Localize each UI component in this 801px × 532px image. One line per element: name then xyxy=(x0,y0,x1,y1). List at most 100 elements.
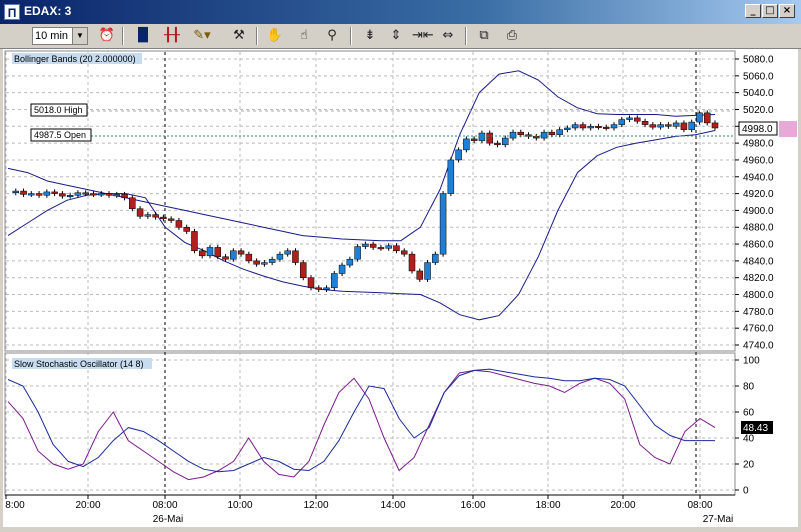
magnifier-icon[interactable]: ⚲ xyxy=(322,27,342,45)
candle-down xyxy=(253,260,260,265)
candle-up xyxy=(439,193,447,255)
price-tick-label: 4920.0 xyxy=(743,189,774,200)
price-tick-label: 4800.0 xyxy=(743,290,774,301)
hand-pan-icon[interactable]: ✋ xyxy=(265,27,285,45)
candle-down xyxy=(548,131,556,135)
interval-value: 10 min xyxy=(35,30,69,42)
candle-down xyxy=(533,136,540,139)
candle-down xyxy=(222,256,229,260)
price-panel[interactable] xyxy=(4,50,736,352)
candle-down xyxy=(315,287,323,290)
high-label: 5018.0 High xyxy=(34,105,83,115)
minimize-icon[interactable]: _ xyxy=(745,4,761,18)
close-icon[interactable]: × xyxy=(779,4,795,18)
candle-down xyxy=(634,117,641,122)
time-tick-label: 08:00 xyxy=(152,500,177,511)
candle-up xyxy=(501,137,509,146)
candle-up xyxy=(43,191,51,196)
candle-up xyxy=(463,138,470,151)
candle-up xyxy=(672,122,680,127)
candle-up xyxy=(346,258,354,266)
osc-tick-label: 100 xyxy=(743,356,760,367)
candle-up xyxy=(66,195,74,198)
price-tick-label: 4740.0 xyxy=(743,341,774,352)
price-marker xyxy=(779,121,797,137)
candle-up xyxy=(447,159,455,194)
bar-chart-icon[interactable]: ▐▌ xyxy=(133,27,153,45)
candle-up xyxy=(276,253,284,260)
price-tick-label: 4780.0 xyxy=(743,307,774,318)
time-tick-label: 08:00 xyxy=(687,500,712,511)
candle-down xyxy=(20,190,27,195)
chart-area[interactable]: Bollinger Bands (20 2.000000) 5018.0 Hig… xyxy=(3,49,798,527)
candle-down xyxy=(299,262,307,278)
candle-down xyxy=(680,122,688,130)
compress-vertical-icon[interactable]: ⇟ xyxy=(360,27,380,45)
title-bar: П EDAX: 3 _ □ × xyxy=(0,0,801,24)
toolbar-separator xyxy=(122,27,124,45)
candle-down xyxy=(183,226,190,232)
candle-down xyxy=(641,120,649,125)
candle-down xyxy=(121,194,128,199)
candle-down xyxy=(198,250,206,257)
candle-down xyxy=(416,270,424,280)
osc-value: 48.43 xyxy=(743,423,768,434)
price-tick-label: 4960.0 xyxy=(743,155,774,166)
price-axis: 5080.05060.05040.05020.05000.04980.04960… xyxy=(735,55,774,352)
candle-down xyxy=(292,250,299,263)
candle-down xyxy=(191,231,198,252)
candle-down xyxy=(494,142,501,146)
chevron-down-icon[interactable]: ▼ xyxy=(72,28,87,44)
candle-down xyxy=(602,126,610,129)
candle-down xyxy=(160,216,167,220)
time-tick-label: 10:00 xyxy=(227,500,252,511)
time-tick-label: 12:00 xyxy=(303,500,328,511)
osc-tick-label: 80 xyxy=(743,382,755,393)
zoom-hand-icon[interactable]: ☝ xyxy=(294,27,314,45)
candle-down xyxy=(711,122,719,129)
candle-up xyxy=(230,250,237,260)
drawing-tool-icon[interactable]: ✎▾ xyxy=(192,27,212,45)
expand-vertical-icon[interactable]: ⇕ xyxy=(386,27,406,45)
candlestick-icon[interactable]: ╂╂ xyxy=(162,27,182,45)
candle-down xyxy=(393,245,400,252)
price-tick-label: 4860.0 xyxy=(743,240,774,251)
candle-down xyxy=(369,243,377,248)
candle-up xyxy=(564,127,571,130)
time-tick-label: 8:00 xyxy=(5,500,25,511)
compress-horizontal-icon[interactable]: ⇥⇤ xyxy=(412,27,434,45)
interval-select[interactable]: 10 min ▼ xyxy=(32,27,88,45)
candle-up xyxy=(268,258,276,263)
oscillator-panel[interactable] xyxy=(4,352,736,496)
price-tick-label: 5080.0 xyxy=(743,55,774,66)
chart-window-icon[interactable]: ⧉ xyxy=(474,27,494,45)
candle-up xyxy=(626,117,633,120)
tools-icon[interactable]: ⚒ xyxy=(229,27,249,45)
expand-horizontal-icon[interactable]: ⇔ xyxy=(438,27,458,45)
candle-up xyxy=(385,245,392,249)
candle-down xyxy=(595,126,602,129)
candle-up xyxy=(331,273,338,289)
toolbar-separator xyxy=(256,27,258,45)
candle-down xyxy=(470,138,478,141)
price-tick-label: 5060.0 xyxy=(743,71,774,82)
candle-down xyxy=(245,253,253,262)
alarm-clock-icon[interactable]: ⏰ xyxy=(97,27,117,45)
candle-down xyxy=(175,220,183,228)
chart-svg[interactable]: Bollinger Bands (20 2.000000) 5018.0 Hig… xyxy=(3,49,798,527)
candle-up xyxy=(455,149,462,161)
candle-down xyxy=(517,131,525,135)
candle-down xyxy=(400,250,408,255)
printer-icon[interactable]: ⎙ xyxy=(502,27,522,45)
chart-app-icon[interactable]: П xyxy=(4,4,20,20)
candle-up xyxy=(284,250,291,255)
candle-up xyxy=(354,246,361,260)
candle-up xyxy=(113,194,121,197)
candle-down xyxy=(136,208,144,217)
maximize-icon[interactable]: □ xyxy=(762,4,778,18)
date-label-2: 27-Mai xyxy=(703,514,734,525)
candle-up xyxy=(556,129,563,135)
candle-up xyxy=(261,262,268,265)
price-tick-label: 4820.0 xyxy=(743,273,774,284)
price-tick-label: 4940.0 xyxy=(743,172,774,183)
